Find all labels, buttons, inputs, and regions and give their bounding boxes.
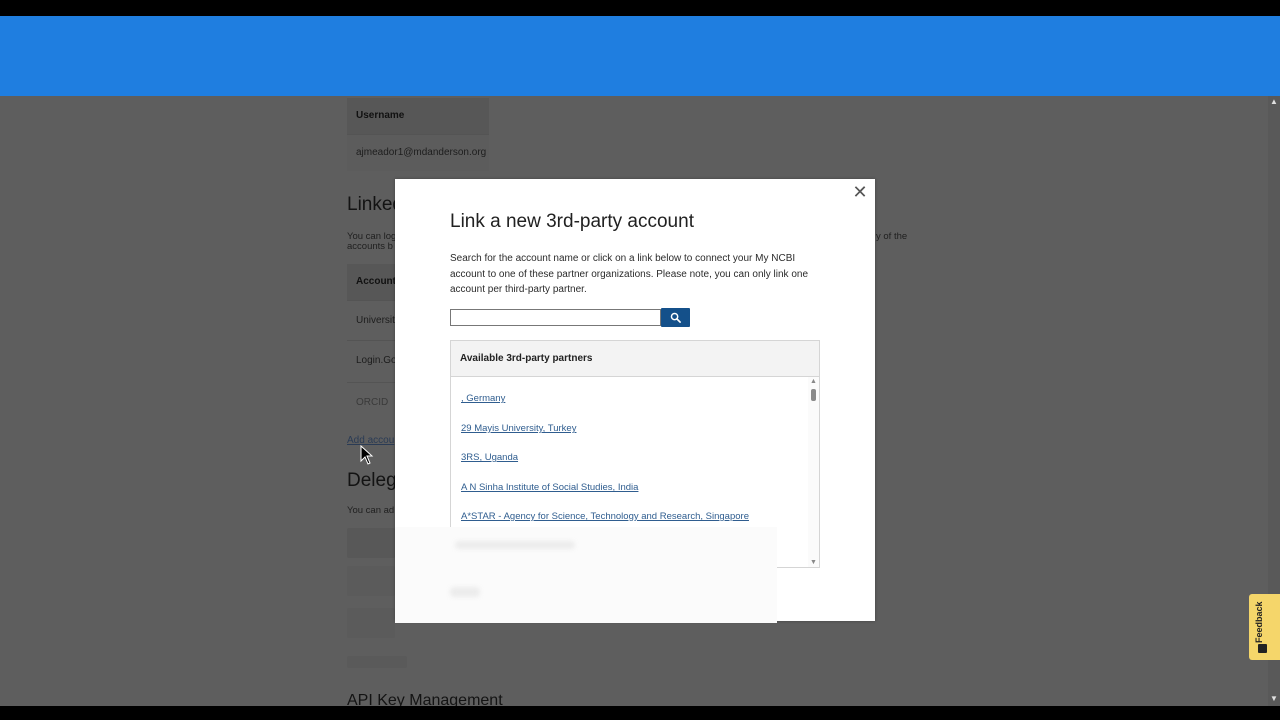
mouse-cursor-icon bbox=[360, 445, 374, 465]
page: Username ajmeador1@mdanderson.org Linked… bbox=[0, 0, 1280, 720]
linked-desc-line-2: accounts b bbox=[347, 241, 393, 252]
delegates-heading: Deleg bbox=[347, 470, 397, 491]
delegates-table-row bbox=[347, 566, 395, 596]
feedback-button[interactable]: Feedback bbox=[1249, 594, 1280, 660]
partner-link[interactable]: A N Sinha Institute of Social Studies, I… bbox=[461, 482, 638, 493]
account-row: Universit bbox=[347, 300, 395, 340]
partner-link[interactable]: A*STAR - Agency for Science, Technology … bbox=[461, 511, 749, 522]
modal-title: Link a new 3rd-party account bbox=[450, 211, 694, 232]
blurred-overlay bbox=[395, 527, 777, 623]
scroll-thumb[interactable] bbox=[811, 389, 816, 401]
scroll-up-icon[interactable]: ▲ bbox=[810, 378, 817, 386]
page-scroll-down-icon[interactable]: ▼ bbox=[1270, 694, 1278, 703]
blurred-partner bbox=[455, 541, 575, 549]
search-button[interactable] bbox=[661, 308, 690, 327]
bottom-border bbox=[0, 706, 1280, 720]
page-scroll-up-icon[interactable]: ▲ bbox=[1270, 97, 1278, 106]
delegates-table-row bbox=[347, 608, 395, 638]
linked-desc-right: y of the bbox=[876, 231, 908, 242]
username-value: ajmeador1@mdanderson.org bbox=[347, 134, 489, 171]
partner-link[interactable]: , Germany bbox=[461, 393, 505, 404]
api-key-heading: API Key Management bbox=[347, 692, 503, 706]
search-icon bbox=[670, 312, 681, 323]
username-header: Username bbox=[347, 98, 489, 134]
partner-search-input[interactable] bbox=[450, 309, 661, 326]
header-bar bbox=[0, 16, 1280, 96]
close-icon[interactable]: ✕ bbox=[851, 183, 869, 201]
delegates-table-header bbox=[347, 528, 395, 558]
account-row: ORCID bbox=[347, 382, 395, 422]
blurred-button bbox=[450, 587, 480, 597]
modal-description: Search for the account name or click on … bbox=[450, 253, 809, 295]
add-delegate-link bbox=[347, 656, 407, 668]
feedback-label: Feedback bbox=[1254, 601, 1264, 643]
partner-link[interactable]: 29 Mayis University, Turkey bbox=[461, 423, 576, 434]
partner-link[interactable]: 3RS, Uganda bbox=[461, 452, 518, 463]
scroll-down-icon[interactable]: ▼ bbox=[810, 559, 817, 567]
username-table: Username ajmeador1@mdanderson.org bbox=[347, 98, 489, 171]
account-header: Account bbox=[347, 264, 396, 300]
partners-scrollbar[interactable]: ▲ ▼ bbox=[808, 377, 819, 567]
account-row: Login.Gov bbox=[347, 340, 402, 380]
top-border bbox=[0, 0, 1280, 16]
delegates-desc: You can ad bbox=[347, 505, 395, 516]
partners-header: Available 3rd-party partners bbox=[451, 341, 819, 377]
feedback-icon bbox=[1258, 644, 1267, 653]
